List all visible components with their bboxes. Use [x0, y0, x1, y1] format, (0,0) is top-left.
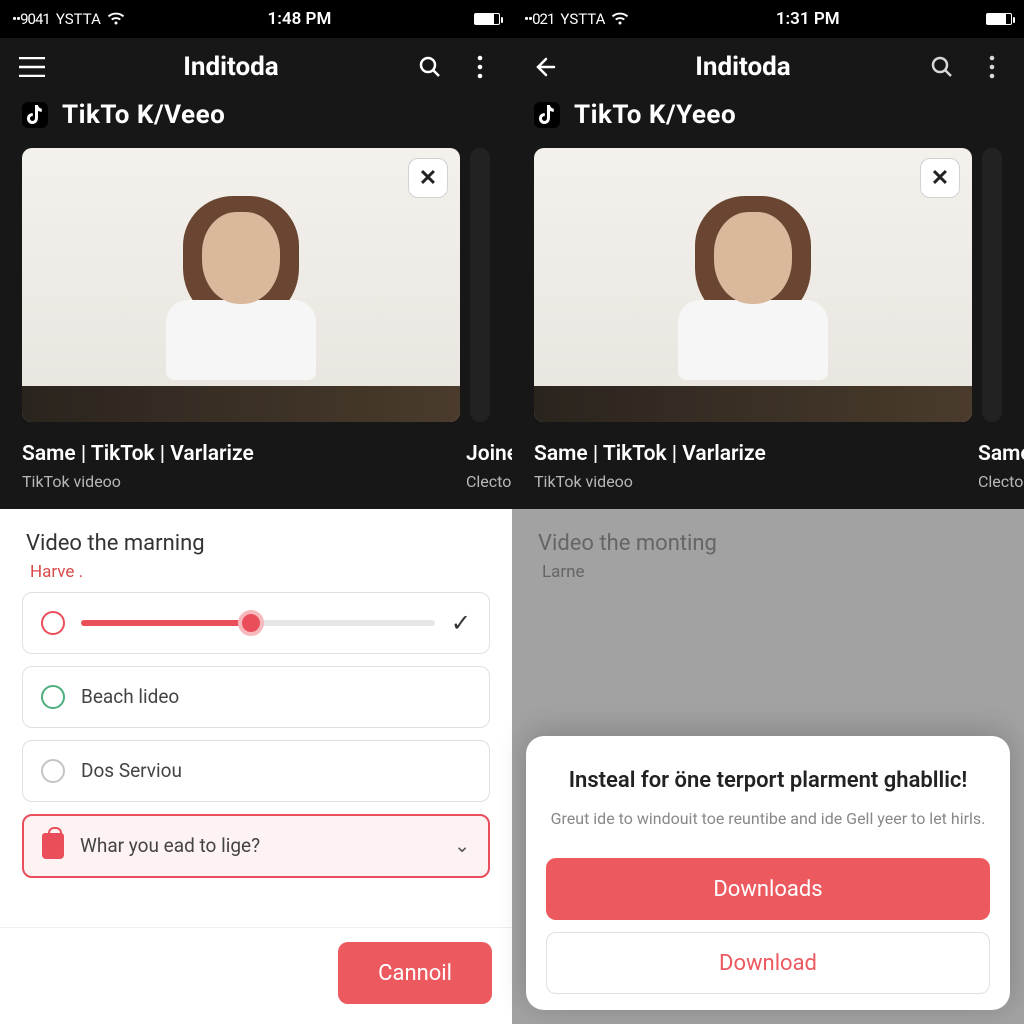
search-icon[interactable]	[416, 53, 444, 81]
select-question[interactable]: Whar you ead to lige? ⌄	[22, 814, 490, 878]
more-icon[interactable]	[466, 53, 494, 81]
radio-icon[interactable]	[41, 685, 65, 709]
link-harve[interactable]: Harve .	[0, 562, 512, 592]
lock-icon	[42, 833, 64, 859]
menu-icon[interactable]	[18, 53, 46, 81]
search-icon[interactable]	[928, 53, 956, 81]
carrier-label: YSTTA	[56, 10, 101, 28]
subheader-title: TikTo K/Veeo	[62, 100, 225, 130]
video-card[interactable]: ✕	[22, 148, 460, 422]
modal-title: Insteal for öne terport plarment ghablli…	[546, 766, 990, 796]
option-beach[interactable]: Beach lideo	[22, 666, 490, 728]
clock: 1:48 PM	[268, 9, 332, 29]
tiktok-icon	[534, 102, 560, 128]
wifi-icon	[611, 12, 629, 26]
section-heading: Video the marning	[0, 531, 512, 556]
option-label: Beach lideo	[81, 685, 179, 708]
download-button[interactable]: Download	[546, 932, 990, 994]
tiktok-icon	[22, 102, 48, 128]
page-title: Inditoda	[695, 52, 790, 82]
option-dos[interactable]: Dos Serviou	[22, 740, 490, 802]
status-bar: ••9041 YSTTA 1:48 PM	[0, 0, 512, 38]
more-icon[interactable]	[978, 53, 1006, 81]
status-bar: ••021 YSTTA 1:31 PM	[512, 0, 1024, 38]
signal-indicator: ••9041	[12, 10, 50, 28]
battery-icon	[474, 13, 500, 25]
next-card-text: Joine Clecto	[466, 442, 512, 491]
video-title: Same | TikTok | Varlarize	[22, 442, 456, 466]
video-card[interactable]: ✕	[534, 148, 972, 422]
subheader-title: TikTo K/Yeeo	[574, 100, 736, 130]
back-icon[interactable]	[530, 53, 558, 81]
downloads-button[interactable]: Downloads	[546, 858, 990, 920]
close-icon[interactable]: ✕	[408, 158, 448, 198]
next-video-peek[interactable]	[982, 148, 1002, 422]
page-title: Inditoda	[183, 52, 278, 82]
close-icon[interactable]: ✕	[920, 158, 960, 198]
radio-icon[interactable]	[41, 611, 65, 635]
link-larne[interactable]: Larne	[512, 562, 1024, 592]
modal-description: Greut ide to windouit toe reuntibe and i…	[546, 808, 990, 830]
next-card-text: Same Clecto	[978, 442, 1024, 491]
chevron-down-icon: ⌄	[454, 834, 470, 857]
video-subtitle: TikTok videoo	[534, 472, 968, 491]
signal-indicator: ••021	[524, 10, 554, 28]
option-slider[interactable]: ✓	[22, 592, 490, 654]
video-subtitle: TikTok videoo	[22, 472, 456, 491]
slider-thumb[interactable]	[238, 610, 264, 636]
radio-icon[interactable]	[41, 759, 65, 783]
check-icon: ✓	[451, 609, 471, 637]
battery-icon	[986, 13, 1012, 25]
video-card-text: Same | TikTok | Varlarize TikTok videoo	[534, 442, 978, 491]
video-title: Same | TikTok | Varlarize	[534, 442, 968, 466]
next-video-peek[interactable]	[470, 148, 490, 422]
slider-track[interactable]	[81, 620, 435, 626]
section-heading: Video the monting	[512, 531, 1024, 556]
wifi-icon	[107, 12, 125, 26]
download-modal: Insteal for öne terport plarment ghablli…	[526, 736, 1010, 1010]
select-label: Whar you ead to lige?	[80, 834, 260, 857]
clock: 1:31 PM	[776, 9, 840, 29]
cancel-button[interactable]: Cannoil	[338, 942, 492, 1004]
video-card-text: Same | TikTok | Varlarize TikTok videoo	[22, 442, 466, 491]
option-label: Dos Serviou	[81, 759, 182, 782]
carrier-label: YSTTA	[560, 10, 605, 28]
